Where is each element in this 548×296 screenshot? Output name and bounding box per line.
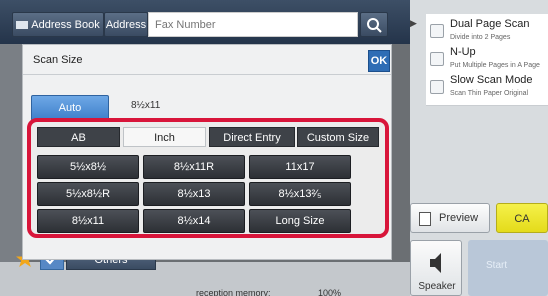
checkbox[interactable]	[430, 52, 444, 66]
clear-all-button[interactable]: CA	[496, 203, 548, 233]
option-subtitle: Divide into 2 Pages	[450, 34, 511, 41]
size-button-8-5x13[interactable]: 8½x13	[143, 182, 245, 206]
fax-number-input[interactable]	[148, 12, 358, 37]
option-subtitle: Scan Thin Paper Original	[450, 90, 529, 97]
right-panel: ▶ Dual Page Scan Divide into 2 Pages N-U…	[410, 0, 548, 296]
search-button[interactable]	[360, 12, 388, 37]
preview-button[interactable]: Preview	[410, 203, 490, 233]
tab-inch[interactable]: Inch	[123, 127, 206, 147]
speaker-label: Speaker	[418, 281, 456, 292]
size-selection-area: AB Inch Direct Entry Custom Size 5½x8½ 8…	[27, 118, 389, 238]
checkbox[interactable]	[430, 80, 444, 94]
size-button-5-5x8-5[interactable]: 5½x8½	[37, 155, 139, 179]
tab-ab[interactable]: AB	[37, 127, 120, 147]
preview-label: Preview	[439, 212, 479, 224]
option-slow-scan-mode[interactable]: Slow Scan Mode Scan Thin Paper Original	[426, 70, 548, 106]
size-tabs: AB Inch Direct Entry Custom Size	[37, 127, 379, 147]
reception-memory-value: 100%	[318, 288, 342, 296]
preview-icon	[419, 212, 431, 226]
option-title: Slow Scan Mode	[450, 74, 533, 86]
start-button[interactable]: Start	[468, 240, 548, 296]
ok-button[interactable]: OK	[368, 50, 390, 72]
size-button-8-5x13-4[interactable]: 8½x13²⁄₅	[249, 182, 351, 206]
size-button-5-5x8-5r[interactable]: 5½x8½R	[37, 182, 139, 206]
size-button-8-5x11r[interactable]: 8½x11R	[143, 155, 245, 179]
speaker-icon	[430, 253, 441, 273]
address-book-label: Address Book	[31, 19, 100, 31]
search-icon	[367, 18, 382, 33]
size-button-11x17[interactable]: 11x17	[249, 155, 351, 179]
tab-custom-size[interactable]: Custom Size	[297, 127, 379, 147]
expand-arrow-icon[interactable]: ▶	[410, 18, 420, 48]
tab-direct-entry[interactable]: Direct Entry	[209, 127, 295, 147]
reception-memory-label: reception memory:	[196, 288, 271, 296]
address-book-button[interactable]: Address Book	[12, 12, 104, 37]
size-button-8-5x14[interactable]: 8½x14	[143, 209, 245, 233]
start-label: Start	[486, 260, 508, 271]
dialog-title: Scan Size	[33, 54, 83, 66]
option-title: Dual Page Scan	[450, 18, 530, 30]
option-subtitle: Put Multiple Pages in A Page	[450, 62, 540, 69]
checkbox[interactable]	[430, 24, 444, 38]
address-button[interactable]: Address	[104, 12, 148, 37]
size-button-long-size[interactable]: Long Size	[249, 209, 351, 233]
scan-size-dialog: Scan Size OK Auto 8½x11 AB Inch Direct E…	[22, 44, 392, 260]
dialog-header: Scan Size OK	[23, 45, 391, 75]
address-book-icon	[16, 21, 29, 30]
size-button-8-5x11[interactable]: 8½x11	[37, 209, 139, 233]
option-title: N-Up	[450, 46, 476, 58]
speaker-button[interactable]: Speaker	[410, 240, 462, 296]
left-strip	[0, 44, 22, 264]
auto-detected-size: 8½x11	[131, 100, 161, 111]
